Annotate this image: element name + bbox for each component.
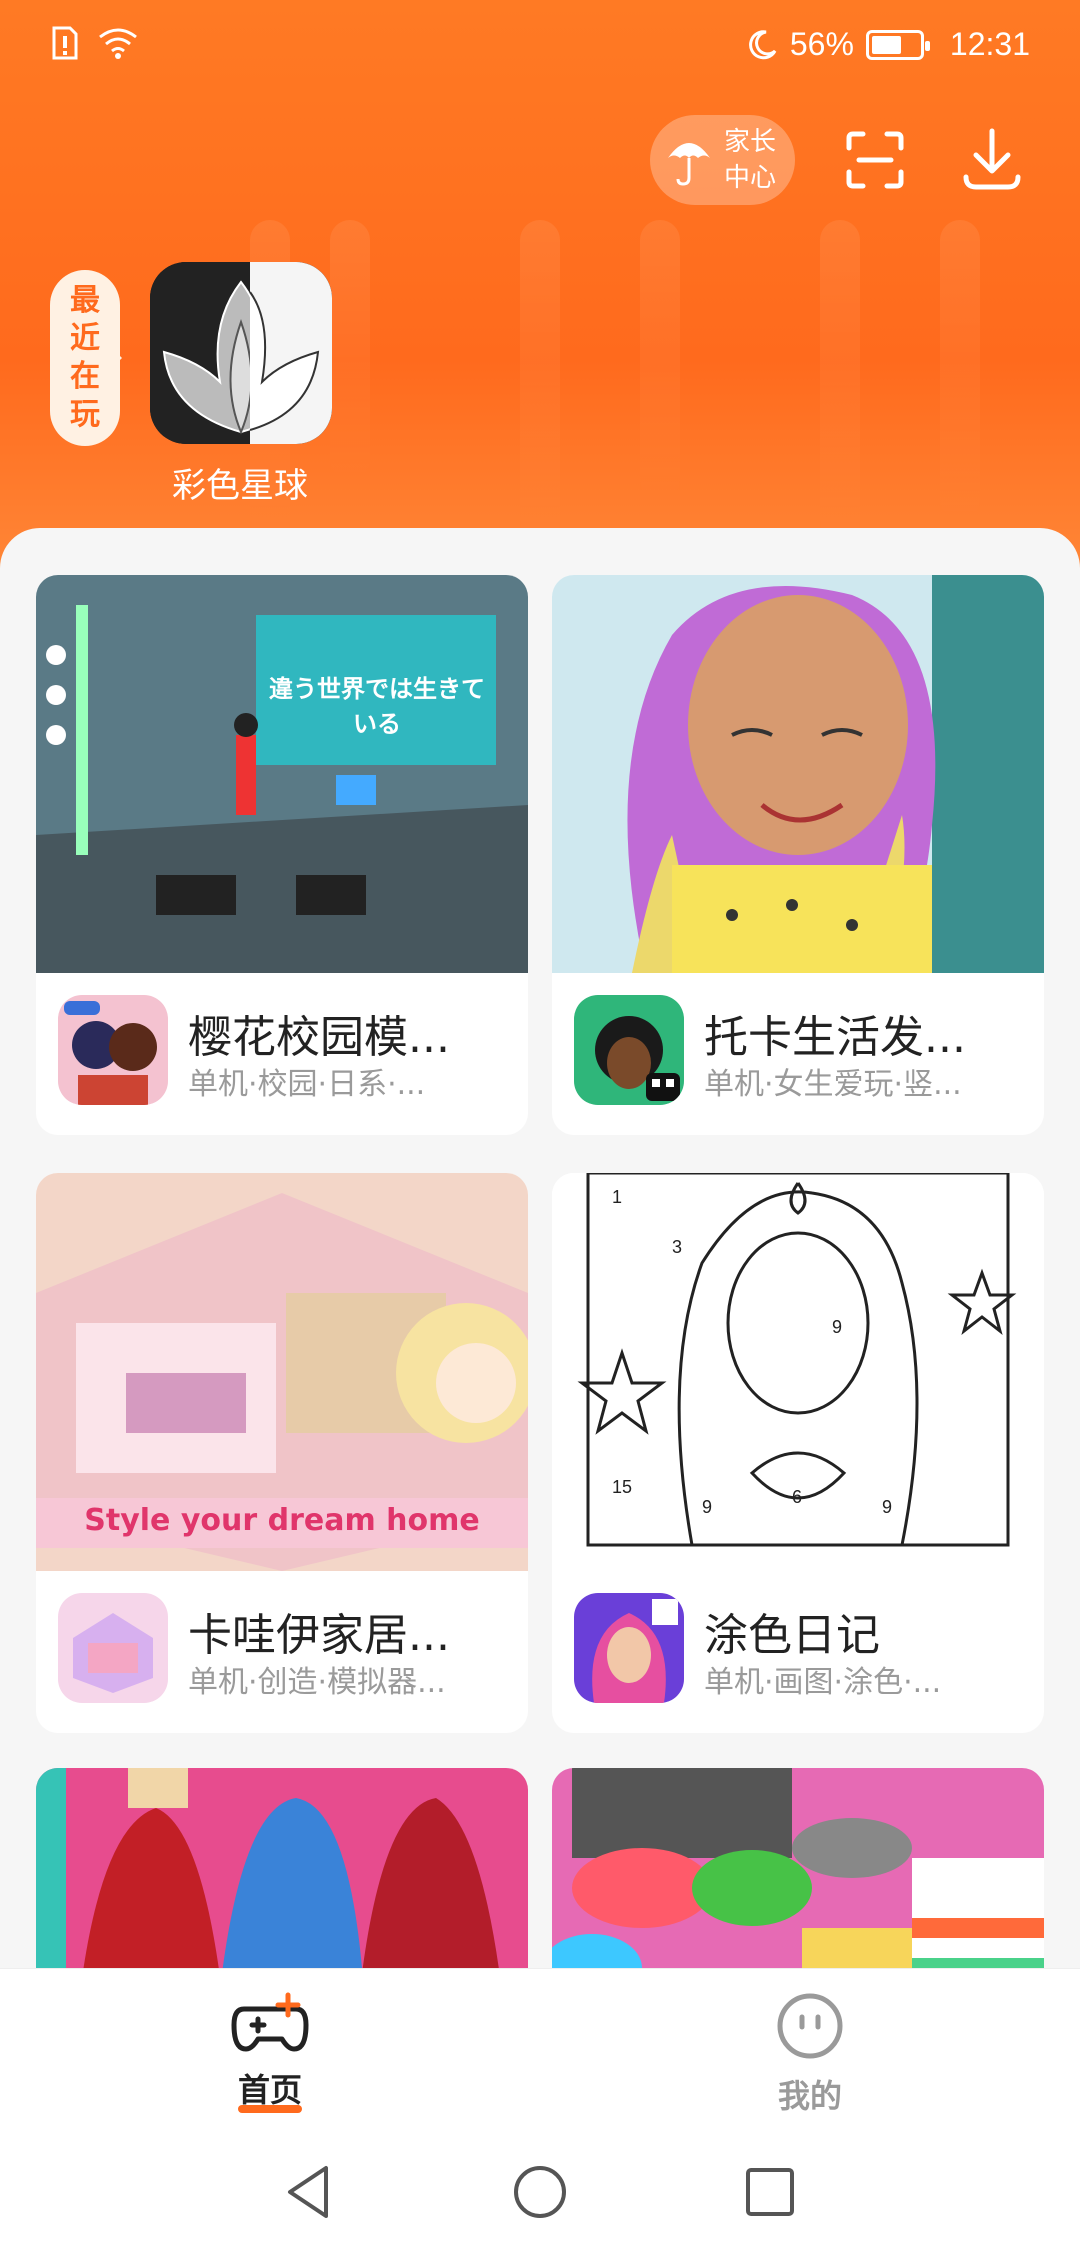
game-icon: [574, 1593, 684, 1703]
background-decor: [330, 220, 370, 480]
tab-home[interactable]: 首页: [170, 1991, 370, 2113]
game-card[interactable]: [552, 1768, 1044, 1968]
svg-text:9: 9: [832, 1317, 842, 1337]
game-icon: [58, 1593, 168, 1703]
game-tags: 单机·女生爱玩·竖...: [704, 1067, 962, 1102]
game-title: 托卡生活发...: [704, 1012, 966, 1063]
tag-char: 玩: [70, 397, 100, 432]
game-icon: [574, 995, 684, 1105]
recents-icon[interactable]: [740, 2162, 800, 2222]
background-decor: [520, 220, 560, 540]
game-tags: 单机·画图·涂色·...: [704, 1665, 942, 1700]
home-icon[interactable]: [510, 2162, 570, 2222]
svg-text:3: 3: [672, 1237, 682, 1257]
scan-icon[interactable]: [845, 130, 905, 190]
game-feed: 違う世界では生きている 樱花校园模... 单机·校园·日系·... 托卡生活发.…: [0, 528, 1080, 1968]
svg-text:9: 9: [702, 1497, 712, 1517]
game-screenshot: [552, 1768, 1044, 1968]
tag-char: 在: [70, 359, 100, 394]
tab-home-label: 首页: [237, 2071, 302, 2109]
game-card[interactable]: 托卡生活发... 单机·女生爱玩·竖...: [552, 575, 1044, 1135]
tag-char: 最: [70, 283, 100, 318]
parent-center-label: 中心: [723, 163, 776, 193]
screenshot-banner-text: 違う世界では生きている: [269, 675, 485, 738]
smiley-icon: [777, 1993, 843, 2059]
umbrella-icon: [668, 143, 710, 186]
background-decor: [820, 220, 860, 540]
wifi-icon: [99, 28, 137, 59]
svg-text:6: 6: [792, 1487, 802, 1507]
game-card[interactable]: 違う世界では生きている 樱花校园模... 单机·校园·日系·...: [36, 575, 528, 1135]
alert-icon: [52, 26, 78, 60]
game-title: 樱花校园模...: [188, 1012, 450, 1063]
tab-mine-label: 我的: [777, 2077, 842, 2115]
game-card[interactable]: [36, 1768, 528, 1968]
game-title: 涂色日记: [704, 1610, 880, 1661]
recent-app-icon[interactable]: [150, 262, 332, 444]
game-screenshot: 1 3 6 9 9 9 15: [552, 1173, 1044, 1571]
svg-text:9: 9: [882, 1497, 892, 1517]
parent-center-label: 家长: [723, 127, 776, 157]
game-screenshot: 違う世界では生きている: [36, 575, 528, 973]
tab-mine[interactable]: 我的: [710, 1991, 910, 2117]
game-card[interactable]: Style your dream home 卡哇伊家居... 单机·创造·模拟器…: [36, 1173, 528, 1733]
parent-center-button[interactable]: 家长 中心: [650, 115, 795, 205]
system-nav-bar: [0, 2138, 1080, 2244]
download-icon[interactable]: [960, 125, 1024, 195]
background-decor: [640, 220, 680, 500]
background-decor: [940, 220, 980, 520]
game-title: 卡哇伊家居...: [188, 1610, 450, 1661]
game-screenshot: [36, 1768, 528, 1968]
battery-percent: 56%: [789, 26, 854, 62]
lotus-coloring-image: [150, 262, 332, 444]
back-icon[interactable]: [280, 2162, 340, 2222]
svg-text:1: 1: [612, 1187, 622, 1207]
game-screenshot: Style your dream home: [36, 1173, 528, 1571]
recently-played-tag: 最 近 在 玩: [50, 270, 122, 446]
moon-icon: [748, 29, 777, 59]
tag-char: 近: [70, 321, 100, 356]
game-tags: 单机·创造·模拟器...: [188, 1665, 446, 1700]
game-tags: 单机·校园·日系·...: [188, 1067, 426, 1102]
status-bar: 56% 12:31: [0, 0, 1080, 100]
clock: 12:31: [949, 26, 1030, 62]
recent-app-name[interactable]: 彩色星球: [110, 458, 370, 507]
game-icon: [58, 995, 168, 1105]
gamepad-icon: [231, 1992, 309, 2052]
screenshot-banner-text: Style your dream home: [84, 1503, 480, 1538]
game-screenshot: [552, 575, 1044, 973]
header-banner: 56% 12:31 家长 中心 最 近 在 玩 彩色星球: [0, 0, 1080, 600]
svg-text:15: 15: [612, 1477, 632, 1497]
game-card[interactable]: 1 3 6 9 9 9 15 涂色日记 单机·画图·涂色·...: [552, 1173, 1044, 1733]
bottom-tab-bar: 首页 我的: [0, 1968, 1080, 2138]
battery-icon: [865, 29, 930, 60]
